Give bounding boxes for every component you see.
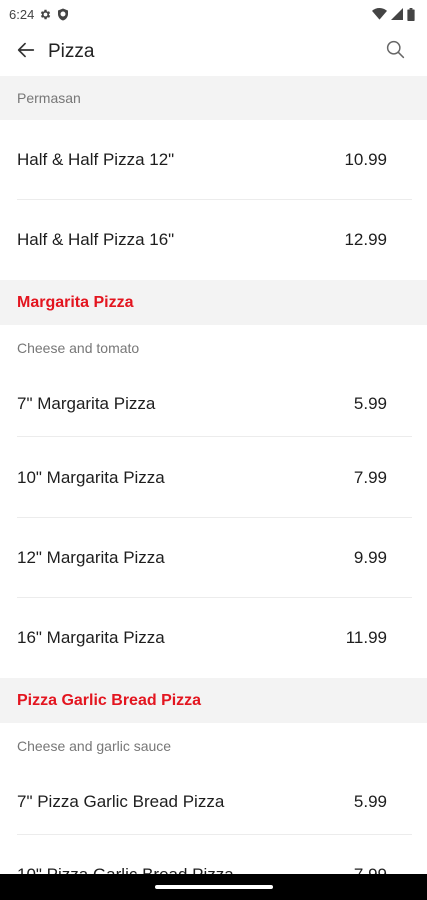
back-button[interactable] <box>14 40 38 64</box>
menu-item[interactable]: 7" Pizza Garlic Bread Pizza 5.99 <box>0 769 427 835</box>
menu-item-name: 16" Margarita Pizza <box>17 628 165 647</box>
menu-item-name: 12" Margarita Pizza <box>17 548 165 567</box>
menu-item-name: 10" Pizza Garlic Bread Pizza <box>17 865 234 874</box>
section-description: Cheese and garlic sauce <box>17 738 172 754</box>
status-bar: 6:24 <box>0 0 427 28</box>
menu-item[interactable]: 10" Margarita Pizza 7.99 <box>0 437 427 518</box>
page-title: Pizza <box>48 41 95 62</box>
search-button[interactable] <box>383 40 407 64</box>
menu-item[interactable]: 12" Margarita Pizza 9.99 <box>0 518 427 598</box>
menu-item-price: 7.99 <box>354 865 387 874</box>
menu-item[interactable]: Half & Half Pizza 12" 10.99 <box>0 120 427 200</box>
section-header: Pizza Garlic Bread Pizza <box>0 678 427 723</box>
app-bar: Pizza <box>0 28 427 76</box>
menu-item[interactable]: 10" Pizza Garlic Bread Pizza 7.99 <box>0 835 427 874</box>
section-header: Margarita Pizza <box>0 280 427 325</box>
menu-item-price: 12.99 <box>344 230 387 249</box>
shield-icon <box>57 8 69 21</box>
back-arrow-icon <box>15 39 37 66</box>
menu-item-name: Half & Half Pizza 16" <box>17 230 175 249</box>
settings-icon <box>39 8 52 21</box>
menu-item-price: 7.99 <box>353 467 387 487</box>
menu-item-price: 5.99 <box>353 792 387 811</box>
menu-item[interactable]: 16" Margarita Pizza 11.99 <box>0 598 427 678</box>
menu-item-name: 7" Pizza Garlic Bread Pizza <box>17 792 225 811</box>
status-time: 6:24 <box>9 6 35 22</box>
menu-item-name: Half & Half Pizza 12" <box>17 150 175 169</box>
menu-list[interactable]: Permasan Half & Half Pizza 12" 10.99 Hal… <box>0 76 427 874</box>
menu-item-price: 5.99 <box>353 394 387 413</box>
wifi-icon <box>372 8 387 20</box>
signal-icon <box>391 8 403 20</box>
menu-item-name: 7" Margarita Pizza <box>17 394 156 413</box>
section-description: Permasan <box>0 76 427 120</box>
menu-item-price: 10.99 <box>344 150 387 169</box>
menu-item[interactable]: Half & Half Pizza 16" 12.99 <box>0 200 427 280</box>
home-handle[interactable] <box>155 885 273 889</box>
menu-item[interactable]: 7" Margarita Pizza 5.99 <box>0 371 427 437</box>
status-right <box>372 7 415 21</box>
battery-icon <box>407 7 415 21</box>
menu-item-price: 9.99 <box>353 548 387 567</box>
menu-item-name: 10" Margarita Pizza <box>17 467 165 487</box>
section-description: Cheese and tomato <box>17 340 140 356</box>
search-icon <box>385 39 406 65</box>
navigation-bar <box>0 874 427 900</box>
menu-item-price: 11.99 <box>345 628 387 647</box>
status-left: 6:24 <box>9 7 69 22</box>
